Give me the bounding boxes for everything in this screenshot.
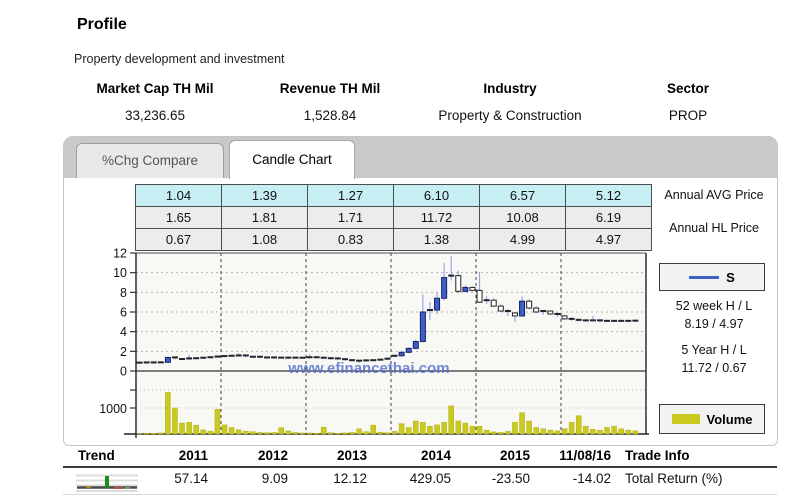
volume-legend: Volume (659, 404, 765, 434)
trend-sparkline-icon (76, 474, 138, 492)
annual-avg-cell: 6.10 (393, 184, 480, 207)
year5-hl-value: 11.72 / 0.67 (681, 361, 747, 375)
sector-label: Sector (666, 81, 710, 96)
annual-avg-cell: 1.04 (135, 184, 222, 207)
period-header: 2012 (257, 448, 288, 463)
total-return-value: 9.09 (261, 471, 288, 486)
market-cap-value: 33,236.65 (124, 108, 186, 123)
svg-text:www.efinancethai.com: www.efinancethai.com (287, 360, 449, 377)
industry-value: Property & Construction (438, 108, 582, 123)
trend-header: Trend (78, 448, 115, 463)
trade-info-header: Trade Info (625, 448, 690, 463)
period-header: 2014 (420, 448, 451, 463)
svg-text:0: 0 (120, 365, 127, 379)
sector-value: PROP (668, 108, 708, 123)
annual-high-cell: 1.81 (221, 206, 308, 229)
series-line-icon (689, 275, 720, 279)
total-return-value: 57.14 (174, 471, 208, 486)
annual-high-cell: 10.08 (479, 206, 566, 229)
period-header: 2013 (336, 448, 367, 463)
page-title: Profile (77, 16, 127, 33)
period-header: 2011 (178, 448, 208, 463)
revenue-label: Revenue TH Mil (279, 81, 381, 96)
svg-text:2: 2 (120, 345, 127, 359)
bottom-divider (63, 494, 777, 495)
series-legend-label: S (726, 269, 735, 285)
svg-text:1000: 1000 (99, 402, 127, 416)
annual-high-cell: 1.71 (307, 206, 394, 229)
volume-legend-label: Volume (706, 411, 753, 427)
annual-avg-cell: 1.39 (221, 184, 308, 207)
svg-text:12: 12 (113, 247, 127, 261)
period-header: 2015 (499, 448, 530, 463)
annual-hl-price-label: Annual HL Price (669, 221, 759, 235)
company-description: Property development and investment (74, 52, 285, 66)
annual-avg-price-label: Annual AVG Price (664, 188, 764, 202)
revenue-value: 1,528.84 (303, 108, 357, 123)
tab-candle-chart[interactable]: Candle Chart (229, 140, 355, 179)
total-return-value: -23.50 (491, 471, 530, 486)
week52-hl-label: 52 week H / L (675, 299, 753, 313)
svg-text:6: 6 (120, 306, 127, 320)
tab-chg-compare[interactable]: %Chg Compare (76, 143, 224, 178)
tab-strip: %Chg Compare Candle Chart (64, 137, 777, 179)
annual-high-cell: 11.72 (393, 206, 480, 229)
total-return-value: 12.12 (333, 471, 367, 486)
industry-label: Industry (483, 81, 537, 96)
total-return-value: -14.02 (572, 471, 611, 486)
chart-panel: %Chg Compare Candle Chart 1.04 1.39 1.27 6.… (63, 136, 778, 446)
svg-text:8: 8 (120, 286, 127, 300)
week52-hl-value: 8.19 / 4.97 (684, 317, 744, 331)
svg-text:4: 4 (120, 325, 127, 339)
volume-swatch-icon (671, 414, 700, 424)
annual-avg-cell: 5.12 (565, 184, 652, 207)
market-cap-label: Market Cap TH Mil (96, 81, 214, 96)
annual-high-cell: 1.65 (135, 206, 222, 229)
annual-price-table: 1.04 1.39 1.27 6.10 6.57 5.12 1.65 1.81 1.71 11.7… (135, 184, 652, 251)
year5-hl-label: 5 Year H / L (681, 343, 747, 357)
series-legend: S (659, 263, 765, 291)
annual-high-cell: 6.19 (565, 206, 652, 229)
total-return-label: Total Return (%) (625, 471, 723, 486)
annual-avg-cell: 1.27 (307, 184, 394, 207)
header-divider (63, 466, 777, 468)
period-header: 11/08/16 (559, 448, 611, 463)
svg-text:10: 10 (113, 266, 127, 280)
annual-avg-cell: 6.57 (479, 184, 566, 207)
candlestick-chart: 0 2 4 6 8 10 12 1000 www.efinancethai.com (99, 247, 649, 438)
total-return-value: 429.05 (409, 471, 451, 486)
